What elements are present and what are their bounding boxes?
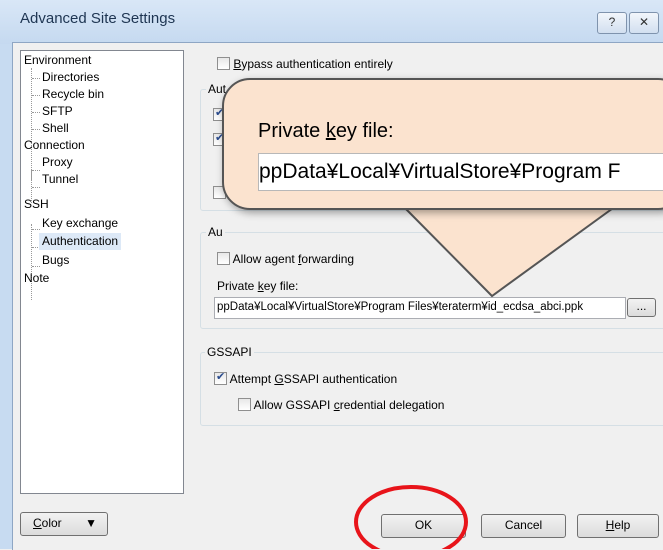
callout-private-key-label: Private key file: — [258, 120, 394, 142]
color-button-label: Color — [33, 516, 62, 530]
callout-seam-cover — [402, 196, 618, 205]
color-button[interactable]: Color ▼ — [20, 512, 108, 536]
dropdown-arrow-icon: ▼ — [85, 516, 97, 530]
ok-button[interactable]: OK — [381, 514, 466, 538]
cancel-button[interactable]: Cancel — [481, 514, 566, 538]
help-button[interactable]: Help — [577, 514, 659, 538]
callout-pointer-cover — [402, 196, 618, 205]
callout-private-key-value: ppData¥Local¥VirtualStore¥Program F — [258, 153, 663, 191]
advanced-site-settings-window: Advanced Site Settings ? ✕ Environment D… — [0, 0, 663, 550]
